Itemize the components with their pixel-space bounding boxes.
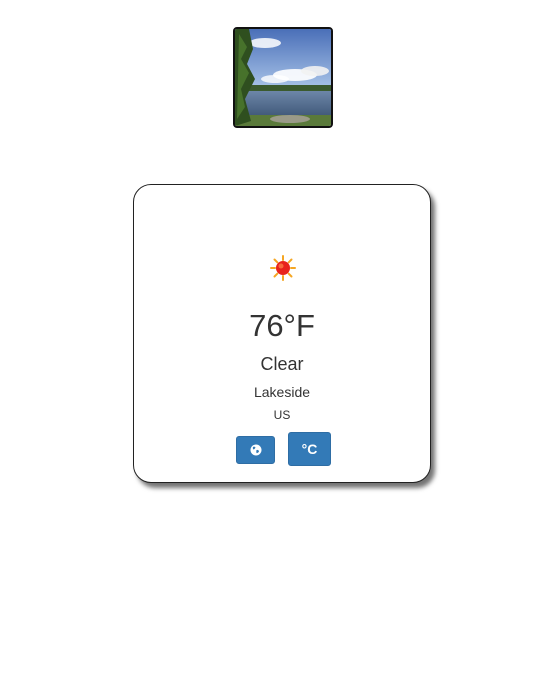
temperature: 76°F (249, 308, 315, 343)
country-code: US (273, 408, 291, 422)
weather-condition: Clear (260, 354, 304, 374)
sun-icon (270, 255, 296, 281)
city-name: Lakeside (253, 384, 311, 400)
lake-landscape-image (235, 29, 331, 126)
location-button[interactable] (236, 436, 275, 464)
weather-card: 76°F Clear Lakeside US °C (133, 184, 431, 483)
globe-icon (250, 444, 261, 456)
location-photo (233, 27, 333, 128)
weather-page: 76°F Clear Lakeside US °C (0, 0, 549, 675)
unit-toggle-button[interactable]: °C (288, 432, 331, 466)
